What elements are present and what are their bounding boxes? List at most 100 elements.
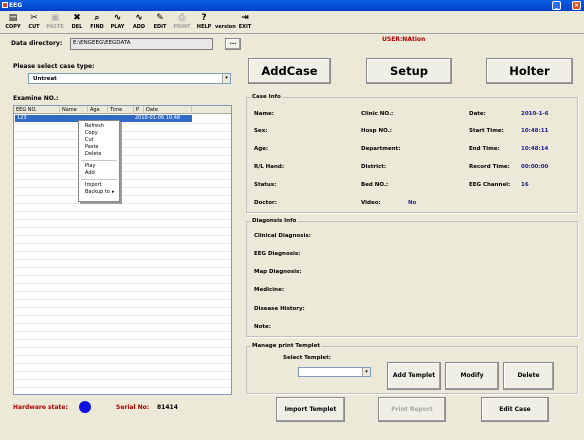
name-label: Name: — [254, 111, 274, 117]
video-label: Video: — [361, 200, 381, 206]
toolbar-label: COPY — [5, 24, 21, 30]
toolbar-button-copy[interactable]: ▤ COPY — [2, 12, 24, 33]
hosp-no-label: Hosp NO.: — [361, 128, 392, 134]
toolbar-button-play[interactable]: ∿ PLAY — [107, 12, 128, 33]
add-templet-button[interactable]: Add Templet — [387, 362, 441, 390]
close-button[interactable]: × — [572, 1, 581, 10]
grid-line — [14, 195, 231, 196]
help-icon: ? — [201, 13, 207, 23]
video-value: No — [408, 200, 417, 206]
grid-line — [14, 227, 231, 228]
grid-line — [14, 203, 231, 204]
eeg-channel-label: EEG Channel: — [469, 182, 511, 188]
chevron-down-icon[interactable]: ▾ — [222, 74, 230, 83]
grid-line — [14, 371, 231, 372]
edit-case-button[interactable]: Edit Case — [481, 397, 549, 422]
grid-line — [14, 283, 231, 284]
case-info-title: Case Info — [251, 94, 282, 100]
menu-item-play[interactable]: Play — [79, 163, 119, 170]
modify-button[interactable]: Modify — [445, 362, 499, 390]
grid-line — [14, 155, 231, 156]
toolbar-button-version[interactable]: version — [215, 12, 236, 33]
grid-line — [14, 251, 231, 252]
menu-item-paste[interactable]: Paste — [79, 144, 119, 151]
select-templet-label: Select Templet: — [283, 355, 331, 361]
menu-item-refresh[interactable]: Refresh — [79, 123, 119, 130]
toolbar-label: EXIT — [238, 24, 252, 30]
menu-item-copy[interactable]: Copy — [79, 130, 119, 137]
find-icon: ⌕ — [94, 13, 100, 23]
grid-line — [14, 275, 231, 276]
chevron-down-icon[interactable]: ▾ — [362, 368, 370, 376]
end-time-value: 10:48:14 — [521, 146, 549, 152]
grid-line — [14, 235, 231, 236]
grid-line — [14, 387, 231, 388]
browse-button[interactable]: ... — [225, 38, 241, 50]
minimize-button[interactable]: _ — [552, 1, 561, 10]
column-header-eeg-no[interactable]: EEG NO. — [14, 106, 60, 114]
doctor-label: Doctor: — [254, 200, 277, 206]
column-header-date[interactable]: Date — [144, 106, 192, 114]
column-header-name[interactable]: Name — [60, 106, 88, 114]
grid-line — [14, 363, 231, 364]
toolbar-button-edit[interactable]: ✎ EDIT — [150, 12, 170, 33]
copy-icon: ▤ — [8, 13, 18, 23]
exit-icon: ⇥ — [241, 13, 249, 23]
templet-select[interactable]: ▾ — [298, 367, 371, 377]
grid-line — [14, 187, 231, 188]
date-label: Date: — [469, 111, 486, 117]
toolbar-button-add[interactable]: ∿ ADD — [129, 12, 149, 33]
disease-history-label: Disease History: — [254, 306, 305, 312]
column-header-time[interactable]: Time — [108, 106, 134, 114]
print-icon: ⎙ — [178, 13, 186, 23]
toolbar-button-help[interactable]: ? HELP — [194, 12, 214, 33]
cut-icon: ✂ — [30, 13, 38, 23]
start-time-value: 10:48:11 — [521, 128, 549, 134]
serial-value: 81414 — [157, 404, 178, 411]
hand-label: R/L Hand: — [254, 164, 285, 170]
eeg-diagnosis-label: EEG Diagnosis: — [254, 251, 301, 257]
toolbar-button-cut[interactable]: ✂ CUT — [25, 12, 43, 33]
grid-line — [14, 347, 231, 348]
grid-line — [14, 211, 231, 212]
import-templet-button[interactable]: Import Templet — [276, 397, 345, 422]
table-header: EEG NO. Name Age Time P Date — [14, 106, 231, 114]
toolbar-button-print[interactable]: ⎙ PRINT — [171, 12, 193, 33]
toolbar-button-find[interactable]: ⌕ FIND — [88, 12, 106, 33]
toolbar-label: DEL — [71, 24, 83, 30]
version-icon — [215, 12, 234, 24]
data-directory-field[interactable]: E:\ENGEEG\EEGDATA — [70, 38, 213, 50]
serial-label: Serial No: — [116, 404, 150, 411]
menu-separator — [81, 179, 117, 180]
paste-icon: ▣ — [50, 13, 60, 23]
print-report-button[interactable]: Print Report — [378, 397, 446, 422]
toolbar-button-del[interactable]: ✖ DEL — [67, 12, 87, 33]
toolbar-label: CUT — [28, 24, 40, 30]
examine-table[interactable]: EEG NO. Name Age Time P Date 123 2010-01… — [13, 105, 232, 395]
menu-item-delete[interactable]: Delete — [79, 151, 119, 158]
delete-templet-button[interactable]: Delete — [503, 362, 554, 390]
print-templet-title: Manage print Templet — [251, 343, 322, 349]
setup-button[interactable]: Setup — [366, 58, 452, 84]
add-waveform-icon: ∿ — [135, 13, 143, 23]
add-case-button[interactable]: AddCase — [248, 58, 331, 84]
column-header-p[interactable]: P — [134, 106, 144, 114]
toolbar-button-paste[interactable]: ▣ PASTE — [44, 12, 66, 33]
play-waveform-icon: ∿ — [113, 13, 122, 23]
menu-item-cut[interactable]: Cut — [79, 137, 119, 144]
grid-line — [14, 299, 231, 300]
toolbar-button-exit[interactable]: ⇥ EXIT — [235, 12, 255, 33]
menu-item-import[interactable]: Import — [79, 182, 119, 189]
grid-line — [14, 123, 231, 124]
age-label: Age: — [254, 146, 269, 152]
menu-item-add[interactable]: Add — [79, 170, 119, 177]
case-type-select[interactable]: Untreat ▾ — [28, 73, 231, 84]
menu-item-backup-to[interactable]: Backup to ▸ — [79, 189, 119, 196]
bed-no-label: Bed NO.: — [361, 182, 389, 188]
status-label: Status: — [254, 182, 277, 188]
column-header-age[interactable]: Age — [88, 106, 108, 114]
grid-line — [14, 307, 231, 308]
holter-button[interactable]: Holter — [486, 58, 573, 84]
data-directory-label: Data directory: — [11, 40, 63, 47]
map-diagnosis-label: Map Diagnosis: — [254, 269, 302, 275]
